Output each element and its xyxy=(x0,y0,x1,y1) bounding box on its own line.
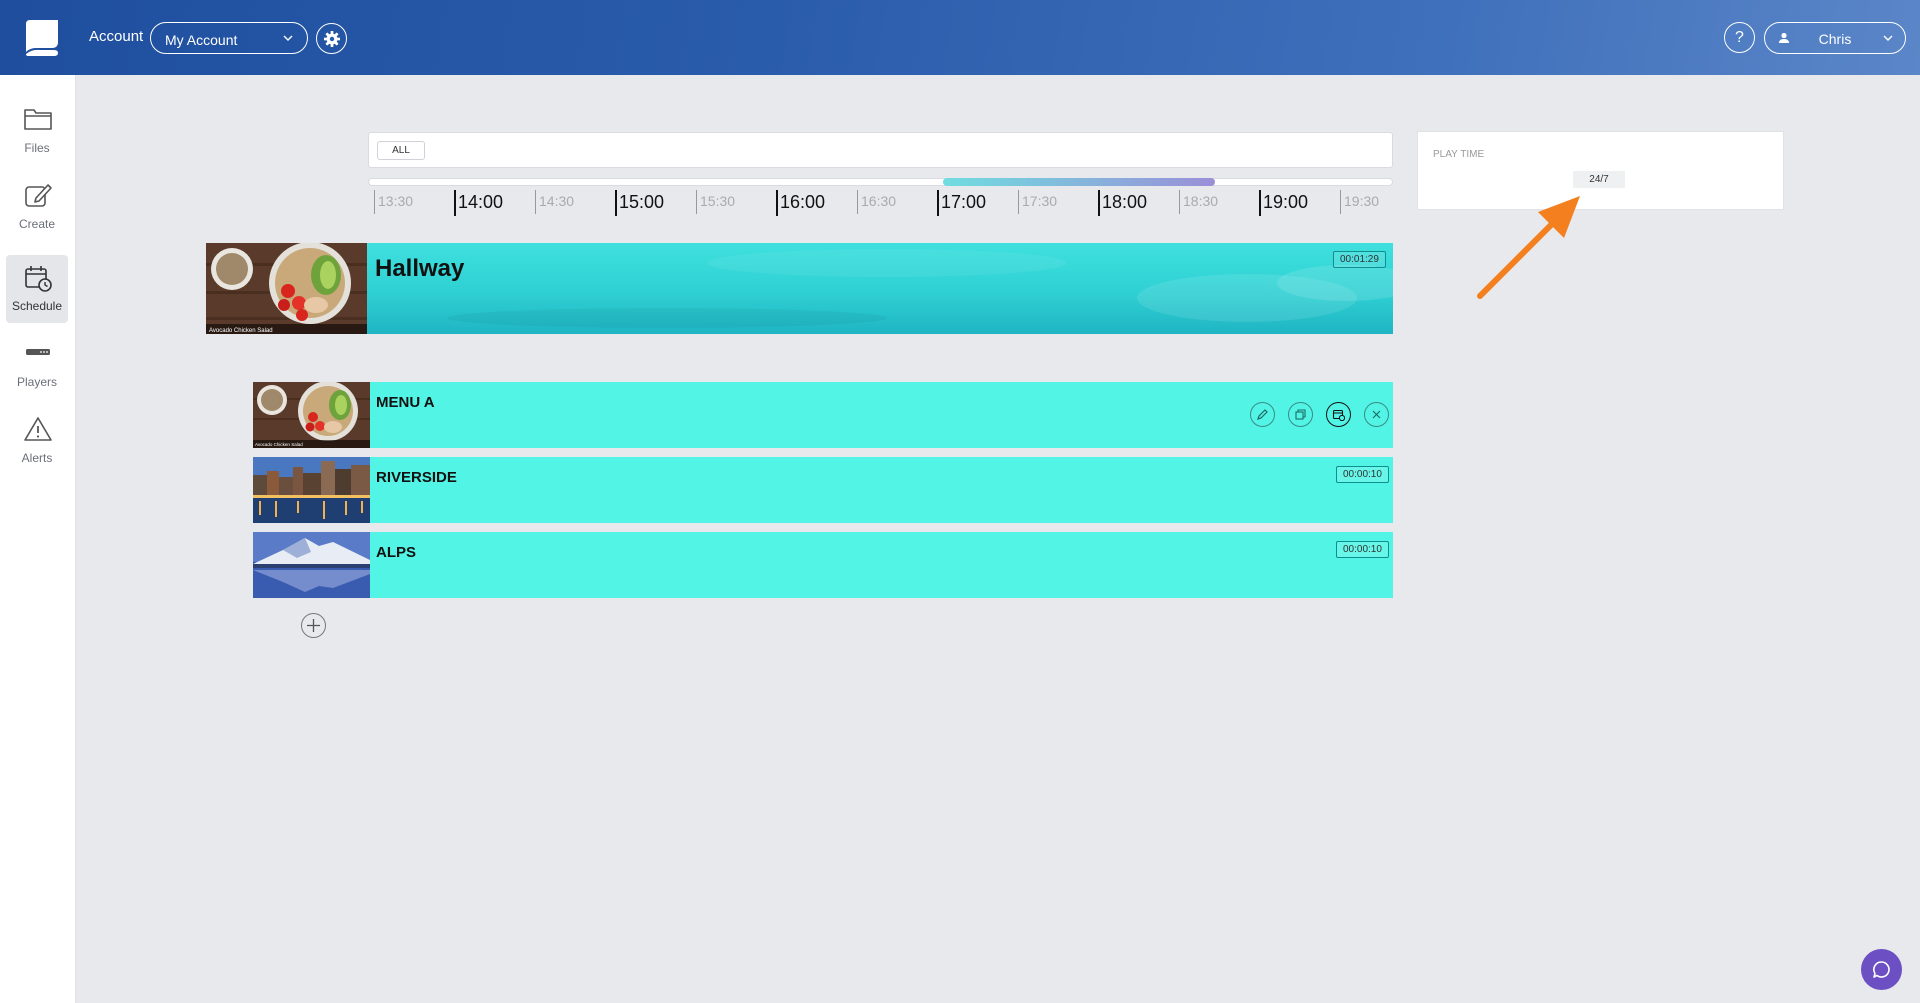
account-select-value: My Account xyxy=(165,32,238,48)
salad-image-icon: Avocado Chicken Salad xyxy=(253,382,370,448)
playlist-duration: 00:01:29 xyxy=(1333,251,1386,268)
account-select[interactable]: My Account xyxy=(150,22,308,54)
edit-square-icon xyxy=(25,184,52,207)
item-thumbnail xyxy=(253,457,370,523)
playlist-title: Hallway xyxy=(375,255,465,282)
item-bar[interactable]: RIVERSIDE 00:00:10 xyxy=(370,457,1393,523)
svg-text:Avocado Chicken Salad: Avocado Chicken Salad xyxy=(209,328,273,334)
item-thumbnail: Avocado Chicken Salad xyxy=(253,382,370,448)
top-bar: Account My Account ? Chris xyxy=(0,0,1920,75)
svg-text:Avocado Chicken Salad: Avocado Chicken Salad xyxy=(255,442,303,447)
chevron-down-icon xyxy=(1883,35,1893,41)
player-device-icon xyxy=(26,349,50,355)
sidebar-item-label: Schedule xyxy=(11,299,63,313)
schedule-item-button[interactable] xyxy=(1326,402,1351,427)
sidebar-item-label: Alerts xyxy=(21,451,53,465)
gear-icon xyxy=(324,31,340,47)
sidebar-item-players[interactable]: Players xyxy=(6,331,68,399)
duplicate-button[interactable] xyxy=(1288,402,1313,427)
item-duration: 00:00:10 xyxy=(1336,466,1389,483)
play-time-value[interactable]: 24/7 xyxy=(1573,171,1625,188)
playlist-row-hallway[interactable]: Avocado Chicken Salad Hallway 00:01:29 xyxy=(206,243,1393,334)
sky-texture xyxy=(447,249,1393,328)
salad-image-icon: Avocado Chicken Salad xyxy=(206,243,367,334)
sidebar-item-label: Create xyxy=(18,217,56,231)
sidebar-item-schedule[interactable]: Schedule xyxy=(6,255,68,323)
playlist-item-menu-a[interactable]: Avocado Chicken Salad MENU A xyxy=(253,382,1393,448)
edit-button[interactable] xyxy=(1250,402,1275,427)
playlist-bar[interactable]: Hallway 00:01:29 xyxy=(367,243,1393,334)
close-icon xyxy=(1372,410,1381,419)
chat-bubble-icon xyxy=(1873,961,1890,978)
account-label: Account xyxy=(89,28,144,45)
pencil-icon xyxy=(1257,409,1268,420)
folder-icon xyxy=(24,109,52,130)
mountain-lake-image-icon xyxy=(253,532,370,598)
add-item-button[interactable] xyxy=(301,613,326,638)
play-time-panel: PLAY TIME 24/7 xyxy=(1417,131,1784,210)
item-title: ALPS xyxy=(376,544,417,561)
sidebar-item-label: Players xyxy=(16,375,57,389)
app-logo-icon[interactable] xyxy=(22,18,62,58)
chevron-down-icon xyxy=(283,35,293,41)
item-bar[interactable]: MENU A xyxy=(370,382,1393,448)
city-river-image-icon xyxy=(253,457,370,523)
remove-button[interactable] xyxy=(1364,402,1389,427)
play-time-label: PLAY TIME xyxy=(1433,149,1485,160)
sidebar-item-files[interactable]: Files xyxy=(6,97,68,165)
playlist-thumbnail: Avocado Chicken Salad xyxy=(206,243,367,334)
help-button[interactable]: ? xyxy=(1724,22,1755,53)
sidebar-item-label: Files xyxy=(24,141,50,155)
item-title: MENU A xyxy=(376,394,435,411)
playlist-item-alps[interactable]: ALPS 00:00:10 xyxy=(253,532,1393,598)
plus-icon xyxy=(307,619,320,632)
user-menu-button[interactable]: Chris xyxy=(1764,22,1906,54)
copy-icon xyxy=(1295,409,1306,420)
sidebar-item-create[interactable]: Create xyxy=(6,173,68,241)
timeline-track[interactable] xyxy=(368,178,1393,186)
calendar-clock-icon xyxy=(25,266,52,292)
tag-filter-bar[interactable]: ALL xyxy=(368,132,1393,168)
item-thumbnail xyxy=(253,532,370,598)
item-title: RIVERSIDE xyxy=(376,469,457,486)
chat-support-button[interactable] xyxy=(1861,949,1902,990)
playlist-item-riverside[interactable]: RIVERSIDE 00:00:10 xyxy=(253,457,1393,523)
sidebar-item-alerts[interactable]: Alerts xyxy=(6,407,68,475)
item-duration: 00:00:10 xyxy=(1336,541,1389,558)
sidebar: Files Create Schedule Players Alerts xyxy=(0,75,76,1003)
calendar-clock-icon xyxy=(1332,409,1345,421)
filter-chip-all[interactable]: ALL xyxy=(377,141,425,160)
item-bar[interactable]: ALPS 00:00:10 xyxy=(370,532,1393,598)
account-settings-button[interactable] xyxy=(316,23,347,54)
highlight-arrow-icon xyxy=(1477,196,1580,299)
warning-icon xyxy=(24,417,52,441)
timeline-selected-range[interactable] xyxy=(943,178,1215,186)
